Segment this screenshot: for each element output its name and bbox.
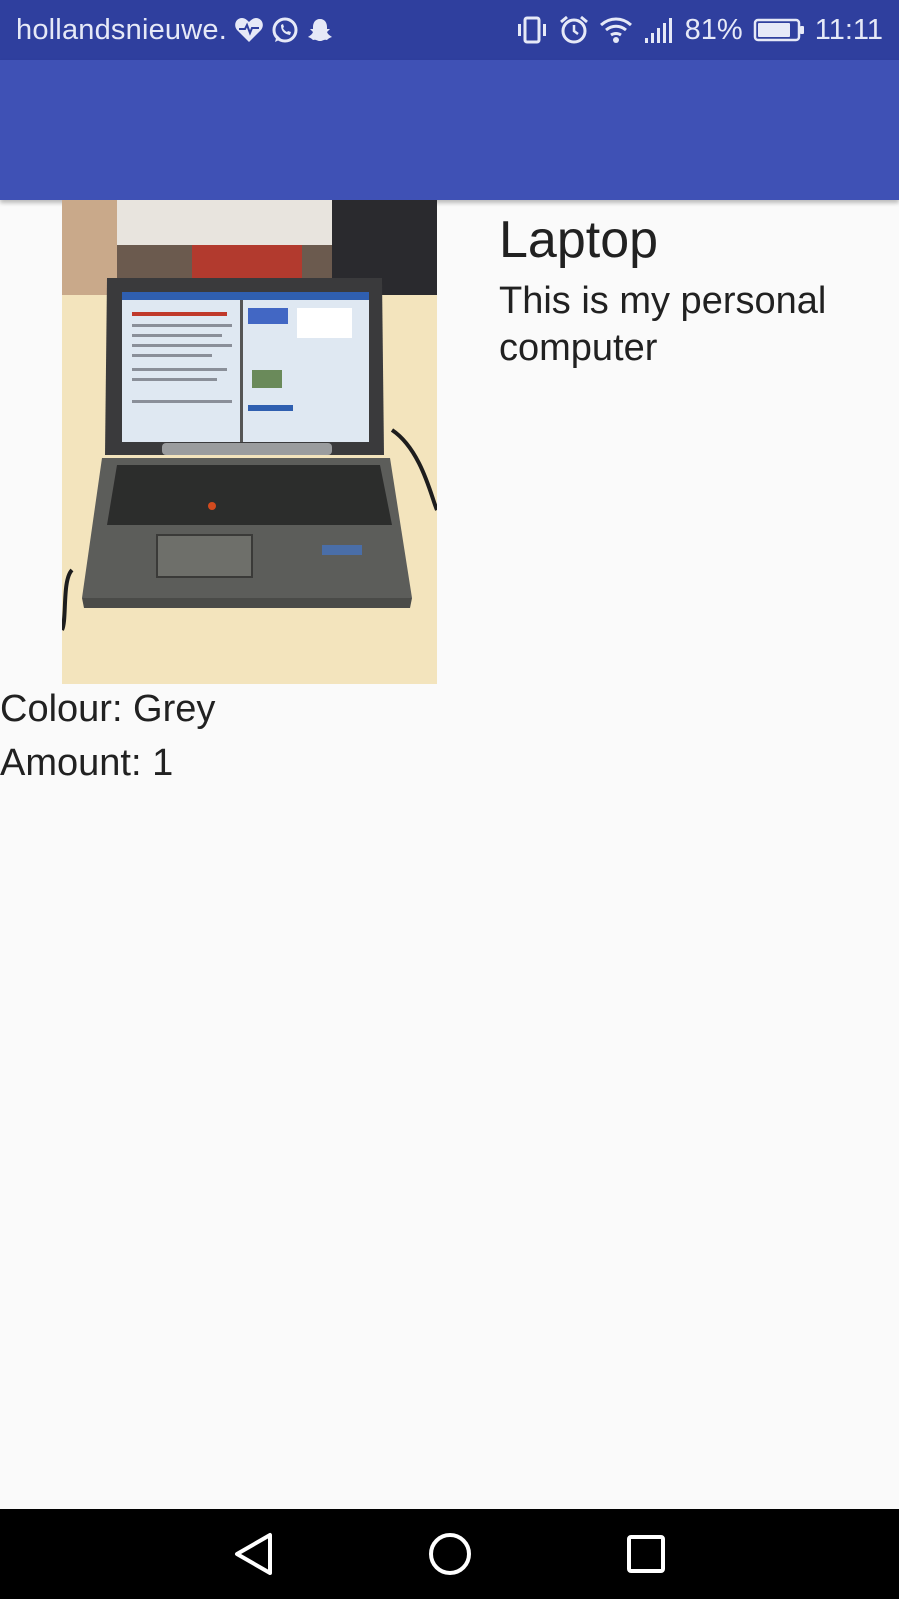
status-right: 81% 11:11: [515, 14, 883, 47]
item-title: Laptop: [499, 211, 659, 269]
navigation-bar: [0, 1509, 899, 1599]
battery-percent: 81%: [684, 13, 743, 46]
heart-pulse-icon: [235, 15, 263, 45]
clock: 11:11: [814, 13, 883, 46]
item-colour: Colour: Grey: [0, 688, 216, 730]
item-description: This is my personal computer: [499, 280, 827, 369]
app-bar: [0, 60, 899, 200]
back-icon[interactable]: [216, 1516, 292, 1592]
whatsapp-icon: [271, 15, 299, 45]
status-bar: hollandsnieuwe. 81% 11:11: [0, 0, 899, 60]
item-amount: Amount: 1: [0, 742, 174, 784]
laptop-photo: [62, 200, 437, 684]
status-left: hollandsnieuwe.: [16, 14, 515, 47]
notification-text: hollandsnieuwe.: [16, 13, 227, 46]
home-icon[interactable]: [412, 1516, 488, 1592]
signal-icon: [643, 15, 675, 45]
recents-icon[interactable]: [608, 1516, 684, 1592]
vibrate-icon: [515, 15, 549, 45]
snapchat-icon: [307, 15, 333, 45]
item-detail: Laptop This is my personal computer Colo…: [0, 200, 899, 1509]
wifi-icon: [599, 15, 633, 45]
battery-icon: [753, 15, 805, 45]
alarm-icon: [559, 15, 589, 45]
